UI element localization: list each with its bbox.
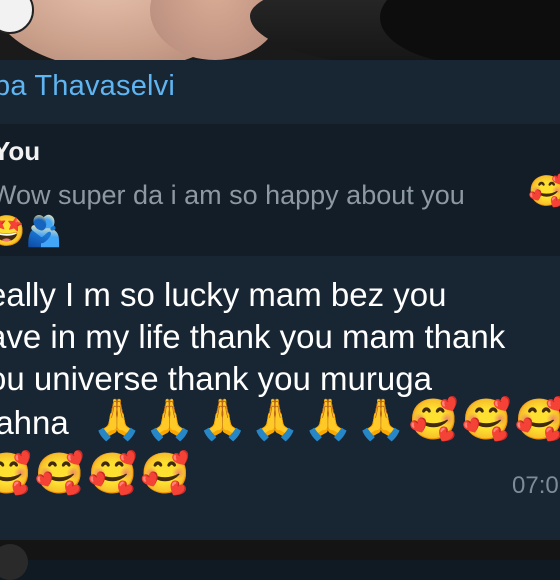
photo-message[interactable] <box>0 0 560 60</box>
message-line-4: iahna <box>0 404 69 441</box>
message-line-3: ou universe thank you muruga <box>0 360 432 397</box>
reply-emoji: 🥰 <box>528 175 560 208</box>
next-message-area <box>0 540 560 560</box>
emoji-line-2: 🥰🥰🥰🥰 <box>0 452 194 496</box>
reply-author: You <box>0 136 41 166</box>
reply-text: Wow super da i am so happy about you <box>0 180 465 210</box>
message-line-2: ave in my life thank you mam thank <box>0 318 506 355</box>
sender-name[interactable]: ba Thavaselvi <box>0 70 175 103</box>
emoji-line-1: 🙏🙏🙏🙏🙏🙏🥰🥰🥰 <box>92 398 560 442</box>
message-timestamp: 07:0 <box>512 472 559 499</box>
message-line-1: eally I m so lucky mam bez you <box>0 276 447 313</box>
reply-emoji-row: 🤩🫂 <box>0 215 63 248</box>
